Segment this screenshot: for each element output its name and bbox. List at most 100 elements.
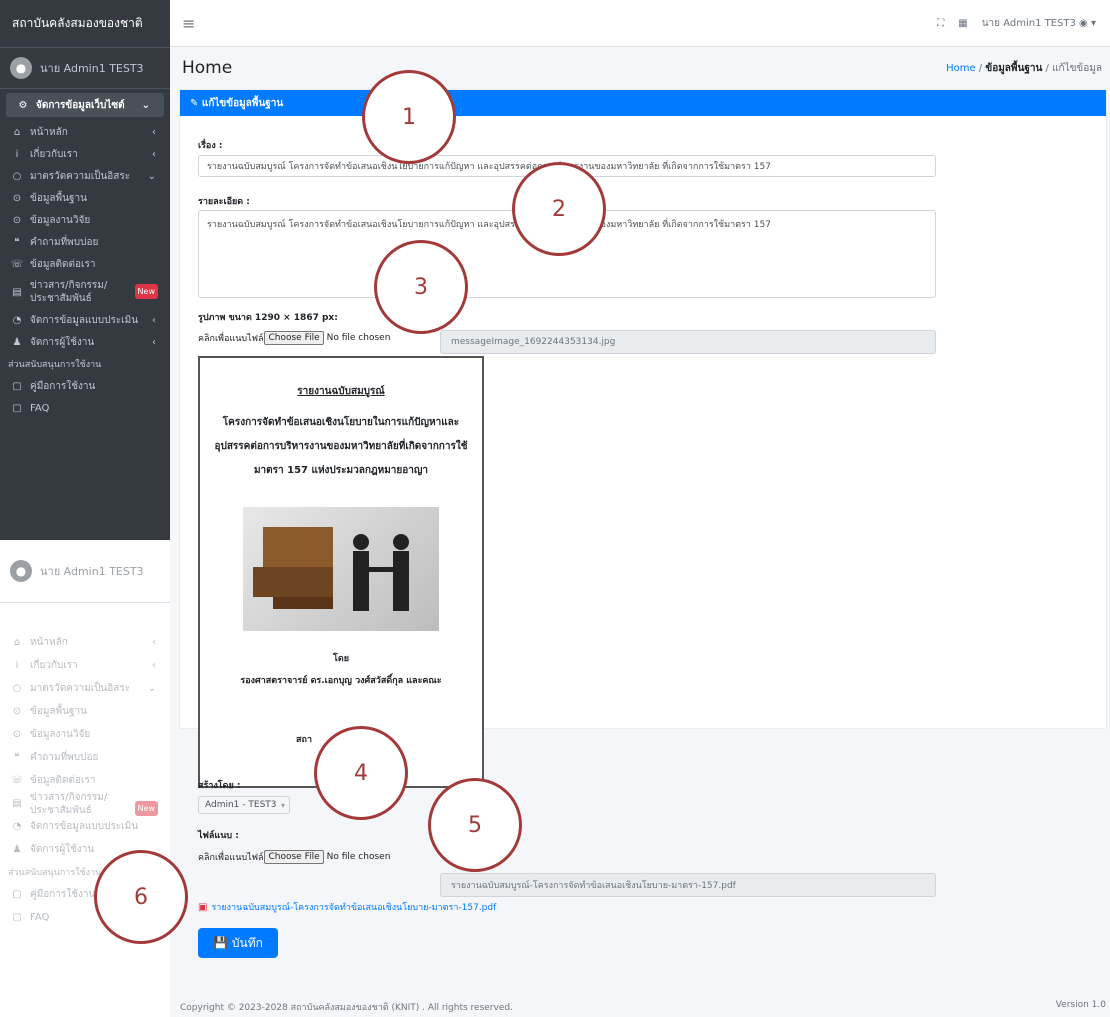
choose-file-button[interactable]: Choose File: [264, 850, 324, 864]
newspaper-icon: ▤: [12, 286, 22, 298]
callout-1: 1: [362, 70, 456, 164]
callout-number: 3: [414, 274, 428, 300]
dot-circle-icon: ⊙: [12, 706, 22, 717]
phone-icon: ☏: [10, 258, 24, 270]
sidebar-item-label: เกี่ยวกับเรา: [30, 660, 78, 671]
dot-circle-icon: ⊙: [12, 214, 22, 226]
pdf-icon: ▣: [198, 901, 208, 913]
chevron-left-icon: ‹: [152, 637, 156, 648]
topbar-right: ⛶ ▦ นาย Admin1 TEST3 ◉ ▾: [937, 16, 1110, 31]
sidebar-item-assessment[interactable]: ◔ จัดการข้อมูลแบบประเมิน ‹: [0, 309, 170, 331]
created-by-select[interactable]: Admin1 - TEST3 ▾: [198, 796, 290, 814]
sidebar-item-news[interactable]: ▤ ข่าวสาร/กิจกรรม/ประชาสัมพันธ์ New: [0, 275, 170, 309]
sidebar-item-label: มาตรวัดความเป็นอิสระ: [30, 683, 131, 694]
sidebar-item-label: จัดการผู้ใช้งาน: [30, 336, 95, 348]
sidebar-item-label: หน้าหลัก: [30, 126, 68, 138]
sidebar-item-contact[interactable]: ☏ ข้อมูลติดต่อเรา: [0, 253, 170, 275]
chevron-left-icon: ‹: [152, 126, 156, 138]
sidebar-item-label: FAQ: [30, 402, 50, 414]
newspaper-icon: ▤: [12, 798, 22, 809]
home-icon: ⌂: [13, 126, 21, 138]
sidebar-item-home[interactable]: ⌂ หน้าหลัก ‹: [0, 121, 170, 143]
file-icon: ▢: [12, 889, 22, 900]
sidebar-item-faq-data[interactable]: ❝ คำถามที่พบบ่อย: [0, 231, 170, 253]
circle-icon: ○: [12, 170, 22, 182]
breadcrumb-current: แก้ไขข้อมูล: [1052, 62, 1102, 74]
no-file-text: No file chosen: [326, 333, 391, 343]
sidebar-item-news[interactable]: ▤ ข่าวสาร/กิจกรรม/ประชาสัมพันธ์ New: [0, 792, 170, 816]
pdf-link-text: รายงานฉบับสมบูรณ์-โครงการจัดทำข้อเสนอเชิ…: [211, 903, 497, 913]
page-title: Home: [182, 58, 233, 78]
sidebar-user-name: นาย Admin1 TEST3: [40, 565, 144, 578]
sidebar-item-users[interactable]: ♟ จัดการผู้ใช้งาน ‹: [0, 331, 170, 353]
grid-icon[interactable]: ▦: [958, 18, 967, 29]
callout-number: 1: [402, 104, 416, 130]
sidebar-item-faq[interactable]: ▢ FAQ: [0, 397, 170, 419]
sidebar-item-label: มาตรวัดความเป็นอิสระ: [30, 170, 131, 182]
save-button[interactable]: 💾 บันทึก: [198, 928, 278, 958]
sidebar-item-independence[interactable]: ○ มาตรวัดความเป็นอิสระ ⌄: [0, 677, 170, 700]
edit-icon: ✎: [190, 97, 202, 109]
sidebar-item-manual[interactable]: ▢ คู่มือการใช้งาน: [0, 375, 170, 397]
new-badge: New: [134, 801, 158, 816]
sidebar-item-independence[interactable]: ○ มาตรวัดความเป็นอิสระ ⌄: [0, 165, 170, 187]
file-icon: ▢: [12, 912, 22, 923]
sidebar-item-basic-info[interactable]: ⊙ ข้อมูลพื้นฐาน: [0, 700, 170, 723]
save-label: บันทึก: [231, 935, 263, 950]
sidebar-user[interactable]: ● นาย Admin1 TEST3: [0, 540, 170, 603]
caret-down-icon: ▾: [1090, 17, 1096, 29]
sidebar-item-about[interactable]: i เกี่ยวกับเรา ‹: [0, 654, 170, 677]
user-circle-icon: ◉: [1079, 17, 1088, 29]
preview-heading: รายงานฉบับสมบูรณ์: [297, 386, 385, 397]
breadcrumb-basic-info[interactable]: ข้อมูลพื้นฐาน: [985, 63, 1042, 74]
hamburger-icon[interactable]: ≡: [182, 14, 195, 33]
image-preview: รายงานฉบับสมบูรณ์ โครงการจัดทำข้อเสนอเชิ…: [198, 356, 484, 788]
content-header: Home Home / ข้อมูลพื้นฐาน / แก้ไขข้อมูล: [170, 46, 1110, 90]
gavel-handshake-image: [243, 507, 439, 631]
new-badge: New: [134, 284, 158, 299]
sidebar-item-label: ข่าวสาร/กิจกรรม/ประชาสัมพันธ์: [30, 280, 108, 304]
attachment-file-input: คลิกเพื่อแนบไฟล์ Choose File No file cho…: [198, 850, 390, 864]
info-icon: i: [15, 660, 19, 671]
sidebar-item-research[interactable]: ⊙ ข้อมูลงานวิจัย: [0, 209, 170, 231]
sidebar-item-label: ข้อมูลติดต่อเรา: [30, 258, 96, 270]
version: Version 1.0: [1055, 1000, 1106, 1010]
sidebar-item-assessment[interactable]: ◔ จัดการข้อมูลแบบประเมิน: [0, 815, 170, 838]
sidebar-item-label: คำถามที่พบบ่อย: [30, 752, 99, 763]
sidebar-item-label: คำถามที่พบบ่อย: [30, 236, 99, 248]
sidebar-item-label: ข้อมูลติดต่อเรา: [30, 775, 96, 786]
chevron-down-icon: ⌄: [147, 170, 156, 182]
attachment-label: ไฟล์แนบ :: [198, 831, 239, 841]
sidebar-item-website[interactable]: ⚙ จัดการข้อมูลเว็บไซต์ ⌄: [6, 93, 164, 117]
image-file-input: คลิกเพื่อแนบไฟล์ Choose File No file cho…: [198, 331, 390, 345]
preview-title: โครงการจัดทำข้อเสนอเชิงนโยบายในการแก้ปัญ…: [214, 417, 468, 476]
breadcrumb: Home / ข้อมูลพื้นฐาน / แก้ไขข้อมูล: [946, 62, 1102, 74]
user-menu[interactable]: นาย Admin1 TEST3 ◉ ▾: [982, 16, 1096, 31]
file-icon: ▢: [12, 380, 22, 392]
breadcrumb-home[interactable]: Home: [946, 63, 976, 74]
sidebar-item-basic-info[interactable]: ⊙ ข้อมูลพื้นฐาน: [0, 187, 170, 209]
sidebar-item-faq-data[interactable]: ❝ คำถามที่พบบ่อย: [0, 746, 170, 769]
avatar: ●: [10, 57, 32, 79]
callout-6: 6: [94, 850, 188, 944]
brand-title[interactable]: สถาบันคลังสมองของชาติ: [0, 0, 170, 48]
preview-org: สถา: [296, 735, 312, 745]
sidebar-item-contact[interactable]: ☏ ข้อมูลติดต่อเรา: [0, 769, 170, 792]
sidebar-item-home[interactable]: ⌂ หน้าหลัก ‹: [0, 631, 170, 654]
caret-down-icon: ▾: [280, 800, 285, 810]
pdf-link[interactable]: ▣ รายงานฉบับสมบูรณ์-โครงการจัดทำข้อเสนอเช…: [198, 900, 496, 914]
sidebar-item-label: หน้าหลัก: [30, 637, 68, 648]
edit-card: ✎ แก้ไขข้อมูลพื้นฐาน เรื่อง : รายงานฉบับ…: [180, 90, 1106, 958]
sidebar-item-research[interactable]: ⊙ ข้อมูลงานวิจัย: [0, 723, 170, 746]
footer: Copyright © 2023-2028 สถาบันคลังสมองของช…: [180, 1000, 1106, 1014]
sidebar-item-about[interactable]: i เกี่ยวกับเรา ‹: [0, 143, 170, 165]
chevron-left-icon: ‹: [152, 336, 156, 348]
fullscreen-icon[interactable]: ⛶: [937, 18, 944, 29]
topbar-user-name: นาย Admin1 TEST3: [981, 17, 1076, 29]
choose-file-button[interactable]: Choose File: [264, 331, 324, 345]
sidebar-item-label: คู่มือการใช้งาน: [30, 380, 96, 392]
circle-icon: ○: [12, 683, 22, 694]
callout-number: 6: [134, 884, 148, 910]
sidebar-user[interactable]: ● นาย Admin1 TEST3: [0, 48, 170, 89]
attach-text: คลิกเพื่อแนบไฟล์: [198, 853, 264, 863]
